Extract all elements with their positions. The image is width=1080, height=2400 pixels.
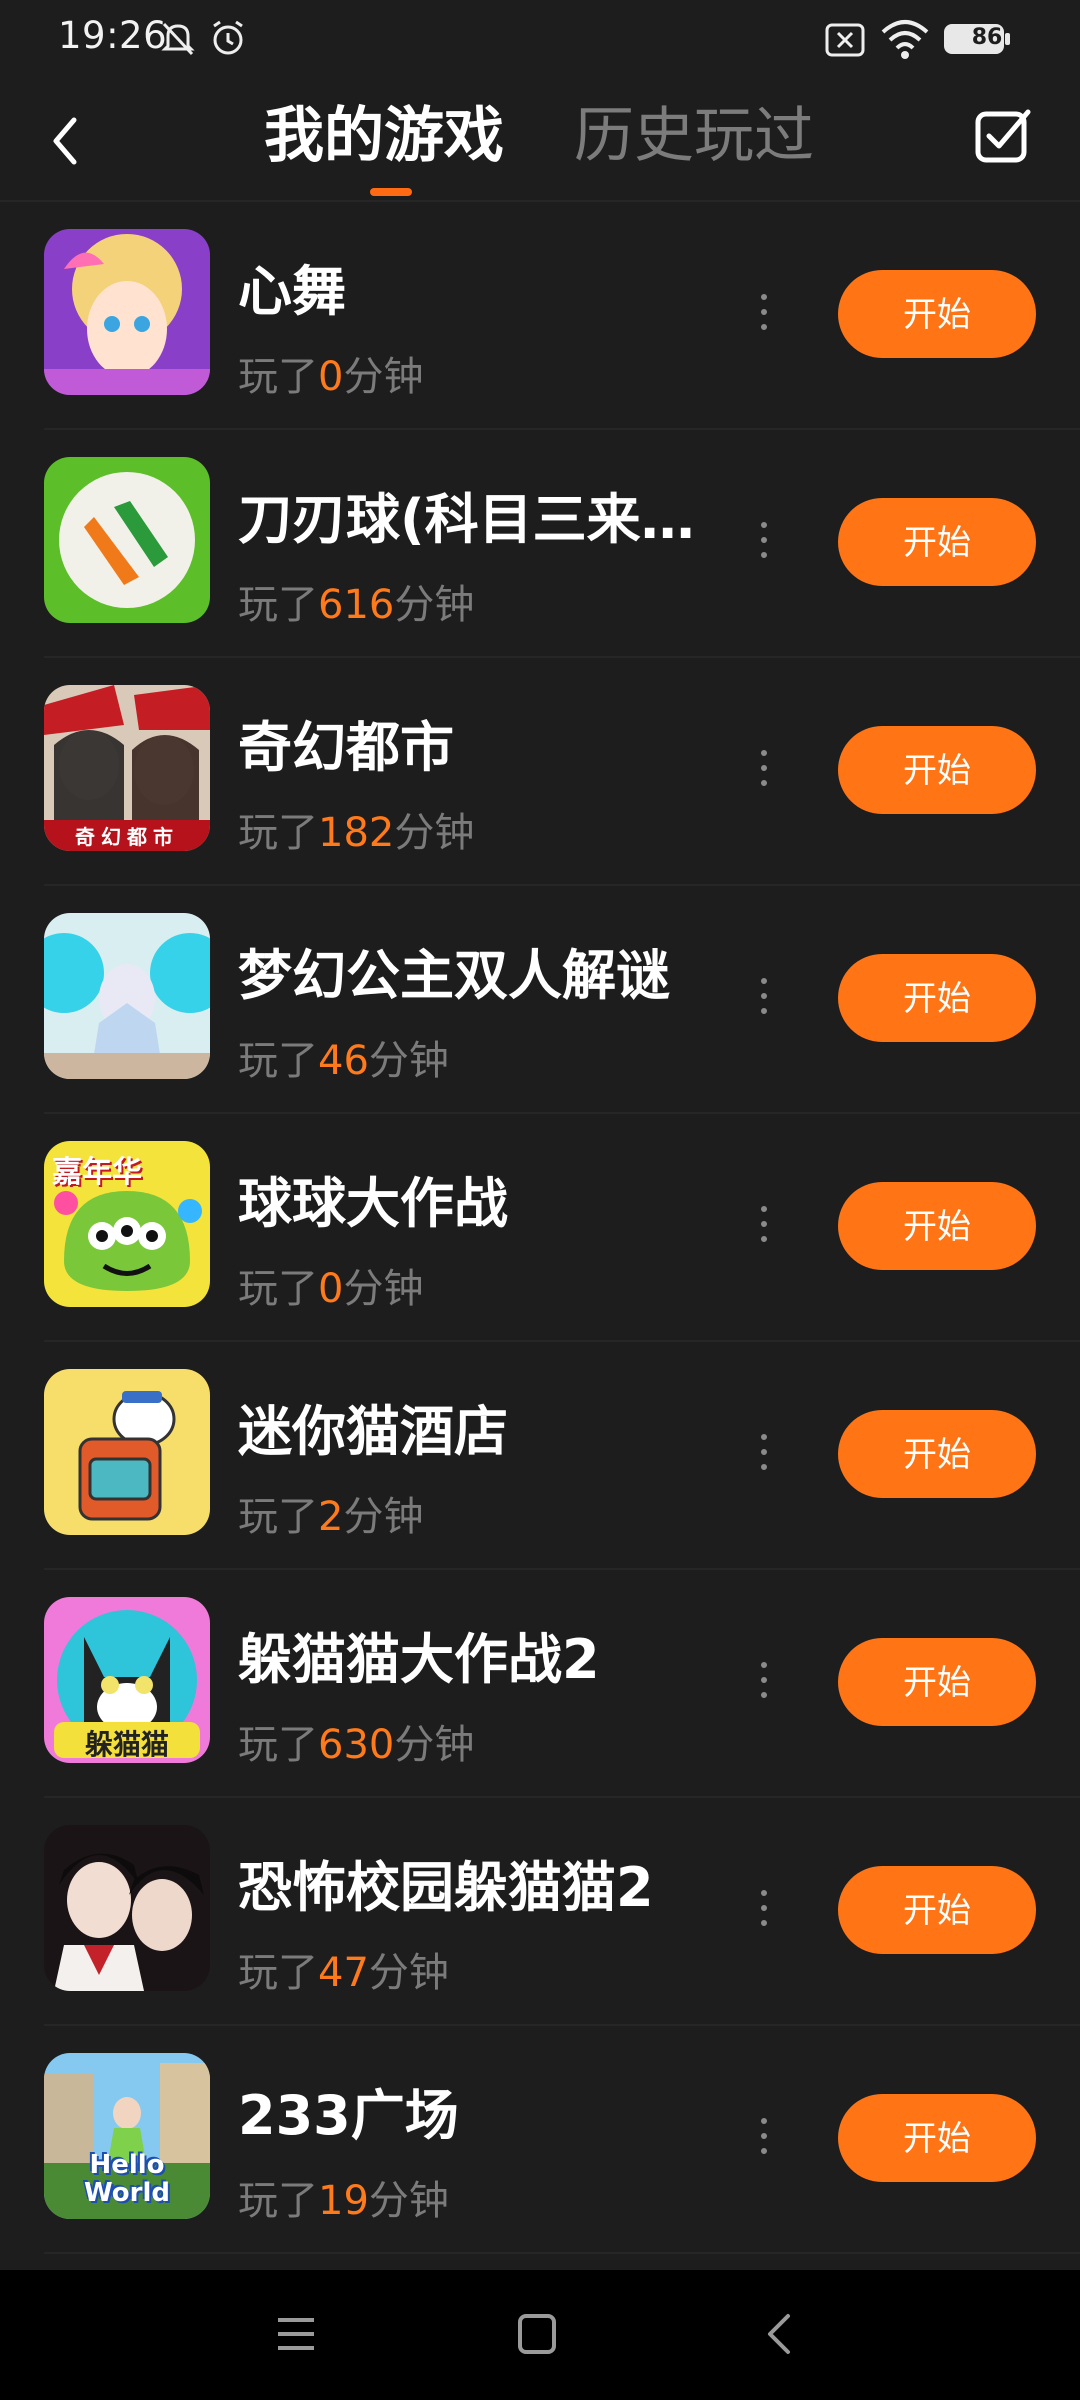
list-item[interactable]: 心舞 玩了0分钟 开始 [44,202,1080,430]
more-options-icon[interactable] [754,978,774,1022]
mute-bell-icon [161,22,195,56]
play-time: 玩了2分钟 [238,1494,424,1540]
game-name: 刀刃球(科目三来… [238,488,695,551]
play-time: 玩了182分钟 [238,810,475,856]
game-name: 梦幻公主双人解谜 [238,944,670,1007]
header: 我的游戏 历史玩过 [0,76,1080,202]
mini-cat-hotel-icon[interactable] [44,1369,210,1535]
tab-history[interactable]: 历史玩过 [574,94,814,178]
more-options-icon[interactable] [754,750,774,794]
dream-princess-icon[interactable] [44,913,210,1079]
start-button[interactable]: 开始 [838,498,1036,586]
game-name: 球球大作战 [238,1172,508,1235]
play-time: 玩了0分钟 [238,354,424,400]
play-time: 玩了616分钟 [238,582,475,628]
game-name: 恐怖校园躲猫猫2 [238,1856,654,1919]
status-bar: 19:26 86 [0,0,1080,76]
start-button[interactable]: 开始 [838,1866,1036,1954]
list-item[interactable]: 嘉年华 球球大作战 玩了0分钟 开始 [44,1114,1080,1342]
game-name: 躲猫猫大作战2 [238,1628,600,1691]
list-item[interactable]: Hello World 233广场 玩了19分钟 开始 [44,2026,1080,2254]
more-options-icon[interactable] [754,1206,774,1250]
back-icon[interactable] [760,2312,800,2356]
tab-my-games[interactable]: 我的游戏 [264,94,504,178]
battery-level: 86 [971,25,1003,50]
icon-text: 奇幻都市 [75,825,179,849]
back-arrow-icon[interactable] [36,106,96,176]
horror-school-icon[interactable] [44,1825,210,1991]
status-time: 19:26 [58,14,168,57]
menu-icon[interactable] [274,2312,318,2356]
play-time: 玩了0分钟 [238,1266,424,1312]
more-options-icon[interactable] [754,522,774,566]
play-time: 玩了46分钟 [238,1038,449,1084]
start-button[interactable]: 开始 [838,726,1036,814]
wifi-icon [881,20,929,59]
play-time: 玩了19分钟 [238,2178,449,2224]
game-name: 心舞 [238,260,346,323]
list-item[interactable]: 迷你猫酒店 玩了2分钟 开始 [44,1342,1080,1570]
start-button[interactable]: 开始 [838,2094,1036,2182]
icon-text: 嘉年华 [52,1155,142,1190]
checkbox-edit-icon[interactable] [974,104,1034,166]
start-button[interactable]: 开始 [838,954,1036,1042]
game-name: 奇幻都市 [238,716,454,779]
icon-text: Hello World [84,2150,170,2208]
blade-ball-icon[interactable] [44,457,210,623]
play-time: 玩了47分钟 [238,1950,449,1996]
game-list: 心舞 玩了0分钟 开始 刀刃球(科目三来… 玩了616分钟 开始 奇幻都市 奇幻… [0,202,1080,2254]
hello-world-icon[interactable]: Hello World [44,2053,210,2219]
home-icon[interactable] [516,2312,558,2356]
more-options-icon[interactable] [754,1890,774,1934]
list-item[interactable]: 刀刃球(科目三来… 玩了616分钟 开始 [44,430,1080,658]
hide-cat-icon[interactable]: 躲猫猫 [44,1597,210,1763]
list-item[interactable]: 梦幻公主双人解谜 玩了46分钟 开始 [44,886,1080,1114]
start-button[interactable]: 开始 [838,270,1036,358]
alarm-icon [213,20,243,55]
more-options-icon[interactable] [754,1662,774,1706]
more-options-icon[interactable] [754,1434,774,1478]
sim-blocked-icon [825,23,865,57]
system-nav-bar [0,2270,1080,2400]
start-button[interactable]: 开始 [838,1638,1036,1726]
play-time: 玩了630分钟 [238,1722,475,1768]
list-item[interactable]: 恐怖校园躲猫猫2 玩了47分钟 开始 [44,1798,1080,2026]
game-name: 233广场 [238,2084,459,2147]
ball-battle-icon[interactable]: 嘉年华 [44,1141,210,1307]
game-name: 迷你猫酒店 [238,1400,508,1463]
icon-text: 躲猫猫 [84,1728,169,1761]
fantasy-city-icon[interactable]: 奇幻都市 [44,685,210,851]
start-button[interactable]: 开始 [838,1410,1036,1498]
more-options-icon[interactable] [754,2118,774,2162]
heart-dance-icon[interactable] [44,229,210,395]
list-item[interactable]: 躲猫猫 躲猫猫大作战2 玩了630分钟 开始 [44,1570,1080,1798]
start-button[interactable]: 开始 [838,1182,1036,1270]
list-item[interactable]: 奇幻都市 奇幻都市 玩了182分钟 开始 [44,658,1080,886]
tab-indicator [370,188,412,196]
more-options-icon[interactable] [754,294,774,338]
